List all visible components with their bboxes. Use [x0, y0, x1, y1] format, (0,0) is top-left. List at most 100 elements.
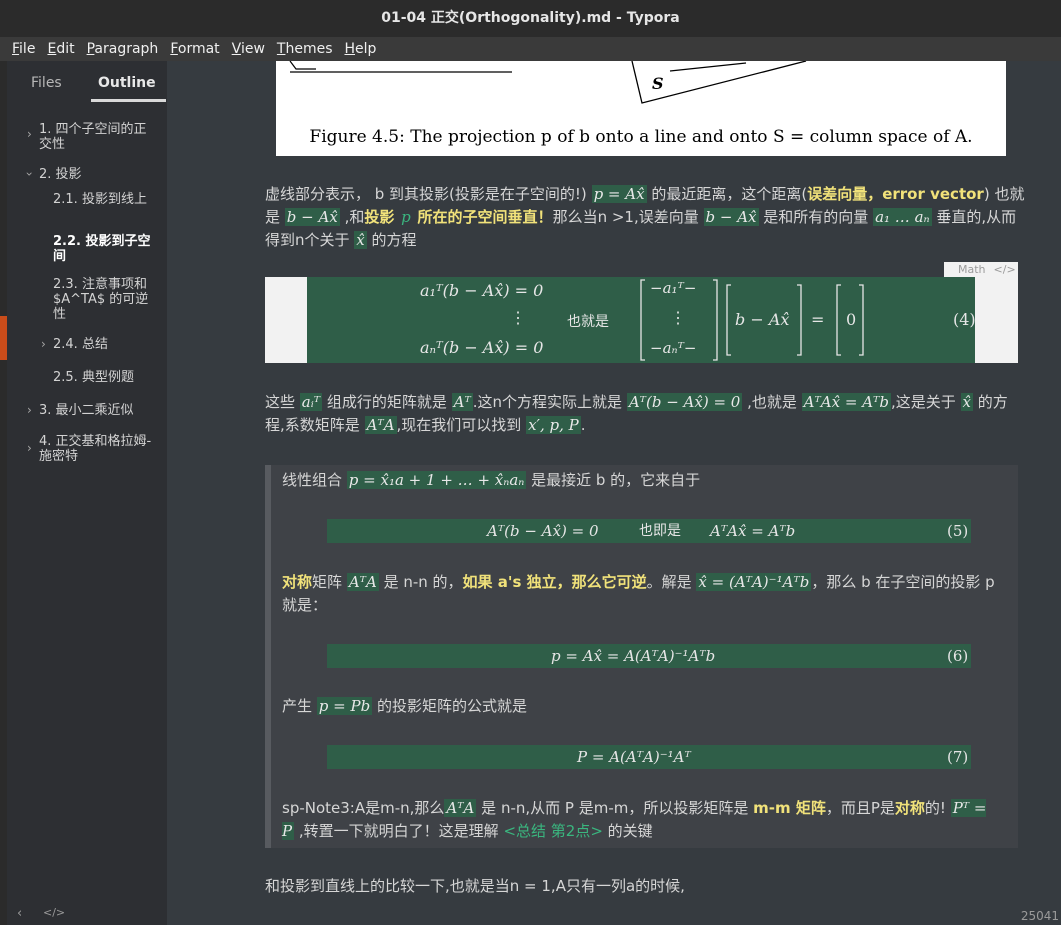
menu-view[interactable]: View	[226, 37, 271, 61]
chevron-right-icon[interactable]: ›	[27, 441, 32, 455]
outline-item-2-3[interactable]: 2.3. 注意事项和 $A^TA$ 的可逆性	[53, 277, 157, 322]
menu-edit[interactable]: Edit	[41, 37, 80, 61]
eq5-middle: 也即是	[639, 523, 681, 539]
outline-item-2-1[interactable]: 2.1. 投影到线上	[53, 192, 157, 207]
chevron-right-icon[interactable]: ›	[27, 127, 32, 141]
equation-number: (6)	[947, 647, 969, 665]
inline-math[interactable]: x′, p, P	[526, 416, 581, 434]
inline-math[interactable]: x̂ = (AᵀA)⁻¹Aᵀb	[696, 573, 812, 591]
inline-math[interactable]: AᵀA	[444, 799, 477, 817]
text: .这n个方程实际上就是	[472, 393, 623, 411]
editor[interactable]: S Figure 4.5: The projection p of b onto…	[167, 61, 1061, 925]
projection-diagram: S	[289, 61, 807, 104]
inline-math[interactable]: Aᵀ	[451, 393, 473, 411]
code-icon[interactable]: </>	[994, 263, 1016, 276]
math-row-1: a₁ᵀ(b − Ax̂) = 0	[420, 281, 544, 300]
menu-paragraph[interactable]: Paragraph	[81, 37, 165, 61]
tab-outline[interactable]: Outline	[98, 75, 156, 91]
matrix-vdots: ⋮	[670, 308, 686, 327]
inline-math[interactable]: AᵀA	[364, 416, 397, 434]
word-count[interactable]: 25041	[1021, 909, 1059, 923]
text: 是 n-n,从而 P 是m-m，所以投影矩阵是	[481, 799, 749, 817]
inline-math[interactable]: b − Ax̂	[284, 208, 340, 226]
inline-math[interactable]: AᵀA	[346, 573, 379, 591]
paragraph-1[interactable]: 虚线部分表示， b 到其投影(投影是在子空间的!) p = Ax̂ 的最近距离，…	[265, 183, 1025, 252]
math-block-label[interactable]: Math </>	[944, 262, 1018, 277]
equals-sign: =	[811, 310, 825, 329]
outline-item-2-4[interactable]: 2.4. 总结	[53, 337, 157, 352]
menu-format[interactable]: Format	[164, 37, 225, 61]
inline-math[interactable]: p = x̂₁a + 1 + … + x̂ₙaₙ	[346, 471, 527, 489]
inline-math[interactable]: a₁ … aₙ	[873, 208, 932, 226]
inline-math[interactable]: aᵢᵀ	[299, 393, 323, 411]
chevron-down-icon[interactable]: ›	[22, 172, 36, 177]
zero-vector: 0	[846, 310, 857, 329]
left-strip	[0, 61, 7, 925]
chevron-left-icon[interactable]: ‹	[17, 906, 22, 921]
internal-link[interactable]: <总结 第2点>	[503, 822, 602, 840]
outline-item-4[interactable]: 4. 正交基和格拉姆-施密特	[39, 434, 157, 464]
paragraph-2[interactable]: 这些 aᵢᵀ 组成行的矩阵就是 Aᵀ .这n个方程实际上就是 Aᵀ(b − Ax̂…	[265, 391, 1025, 437]
eq5-left: Aᵀ(b − Ax̂) = 0	[487, 522, 599, 540]
menu-help[interactable]: Help	[338, 37, 382, 61]
text: ,转置一下就明白了！这是理解	[298, 822, 499, 840]
text: ,也就是	[747, 393, 797, 411]
text: 矩阵	[312, 573, 343, 591]
equation-number: (4)	[953, 310, 976, 329]
chevron-right-icon[interactable]: ›	[27, 403, 32, 417]
highlight-text: 对称	[894, 799, 925, 817]
highlight-text: 如果 a's 独立，那么它可逆	[462, 573, 647, 591]
math-block-4[interactable]: a₁ᵀ(b − Ax̂) = 0 ⋮ aₙᵀ(b − Ax̂) = 0 也就是 …	[307, 277, 976, 363]
inline-math[interactable]: x̂	[354, 231, 367, 249]
text: ，而且P是	[825, 799, 895, 817]
quote-line-4: sp-Note3:A是m-n,那么 AᵀA 是 n-n,从而 P 是m-m，所以投…	[282, 797, 1002, 843]
outline-item-2-2[interactable]: 2.2. 投影到子空间	[53, 234, 157, 264]
inline-math[interactable]: p = Pb	[316, 697, 373, 715]
highlight-text: 误差向量，error vector	[807, 185, 984, 203]
math-vdots: ⋮	[510, 308, 526, 327]
outline-item-2-5[interactable]: 2.5. 典型例题	[53, 370, 157, 385]
outline-item-2[interactable]: 2. 投影	[39, 167, 157, 182]
inline-math[interactable]: AᵀAx̂ = Aᵀb	[801, 393, 891, 411]
text: ,现在我们可以找到	[396, 416, 522, 434]
left-strip-marker	[0, 316, 7, 360]
window-title: 01-04 正交(Orthogonality).md - Typora	[0, 0, 1061, 37]
text: 虚线部分表示， b 到其投影(投影是在子空间的!)	[265, 185, 587, 203]
equation-number: (5)	[947, 522, 969, 540]
inline-math[interactable]: x̂	[960, 393, 973, 411]
equation-6[interactable]: p = Ax̂ = A(AᵀA)⁻¹Aᵀb (6)	[327, 644, 971, 668]
equation-5[interactable]: Aᵀ(b − Ax̂) = 0 也即是 AᵀAx̂ = Aᵀb (5)	[327, 519, 971, 543]
sidebar-footer: ‹ </>	[7, 905, 167, 925]
matrix-row-n: −aₙᵀ−	[650, 339, 697, 357]
outline-item-1[interactable]: 1. 四个子空间的正交性	[39, 122, 157, 152]
math-row-n: aₙᵀ(b − Ax̂) = 0	[420, 338, 544, 357]
quote-line-2: 对称矩阵 AᵀA 是 n-n 的，如果 a's 独立，那么它可逆。解是 x̂ =…	[282, 571, 1002, 617]
math-label-text: Math	[958, 263, 986, 276]
figure-s-label: S	[652, 74, 664, 93]
blockquote[interactable]: 线性组合 p = x̂₁a + 1 + … + x̂ₙaₙ 是最接近 b 的，它…	[265, 465, 1018, 848]
text: 的方程	[371, 231, 417, 249]
outline-item-3[interactable]: 3. 最小二乘近似	[39, 403, 157, 418]
sidebar: Files Outline › 1. 四个子空间的正交性 › 2. 投影 2.1…	[7, 61, 167, 925]
math-middle-text: 也就是	[567, 314, 609, 330]
text: 这些	[265, 393, 296, 411]
equation-number: (7)	[947, 748, 969, 766]
figure-image: S Figure 4.5: The projection p of b onto…	[276, 61, 1006, 156]
inline-math[interactable]: p	[399, 208, 413, 226]
menu-file[interactable]: File	[6, 37, 41, 61]
inline-math[interactable]: p = Ax̂	[591, 185, 647, 203]
inline-math[interactable]: Aᵀ(b − Ax̂) = 0	[626, 393, 743, 411]
text: )	[983, 185, 990, 203]
menu-themes[interactable]: Themes	[271, 37, 339, 61]
highlight-text: 投影	[364, 208, 395, 226]
inline-math[interactable]: b − Ax̂	[703, 208, 759, 226]
source-code-icon[interactable]: </>	[43, 906, 65, 919]
equation-7[interactable]: P = A(AᵀA)⁻¹Aᵀ (7)	[327, 745, 971, 769]
highlight-text: m-m 矩阵	[753, 799, 826, 817]
paragraph-3[interactable]: 和投影到直线上的比较一下,也就是当n = 1,A只有一列a的时候,	[265, 875, 1025, 898]
vector-entry: b − Ax̂	[735, 310, 790, 329]
highlight-text: 所在的子空间垂直！	[417, 208, 553, 226]
status-bar: 25041	[167, 905, 1061, 925]
chevron-right-icon[interactable]: ›	[41, 337, 46, 351]
tab-files[interactable]: Files	[31, 75, 62, 91]
